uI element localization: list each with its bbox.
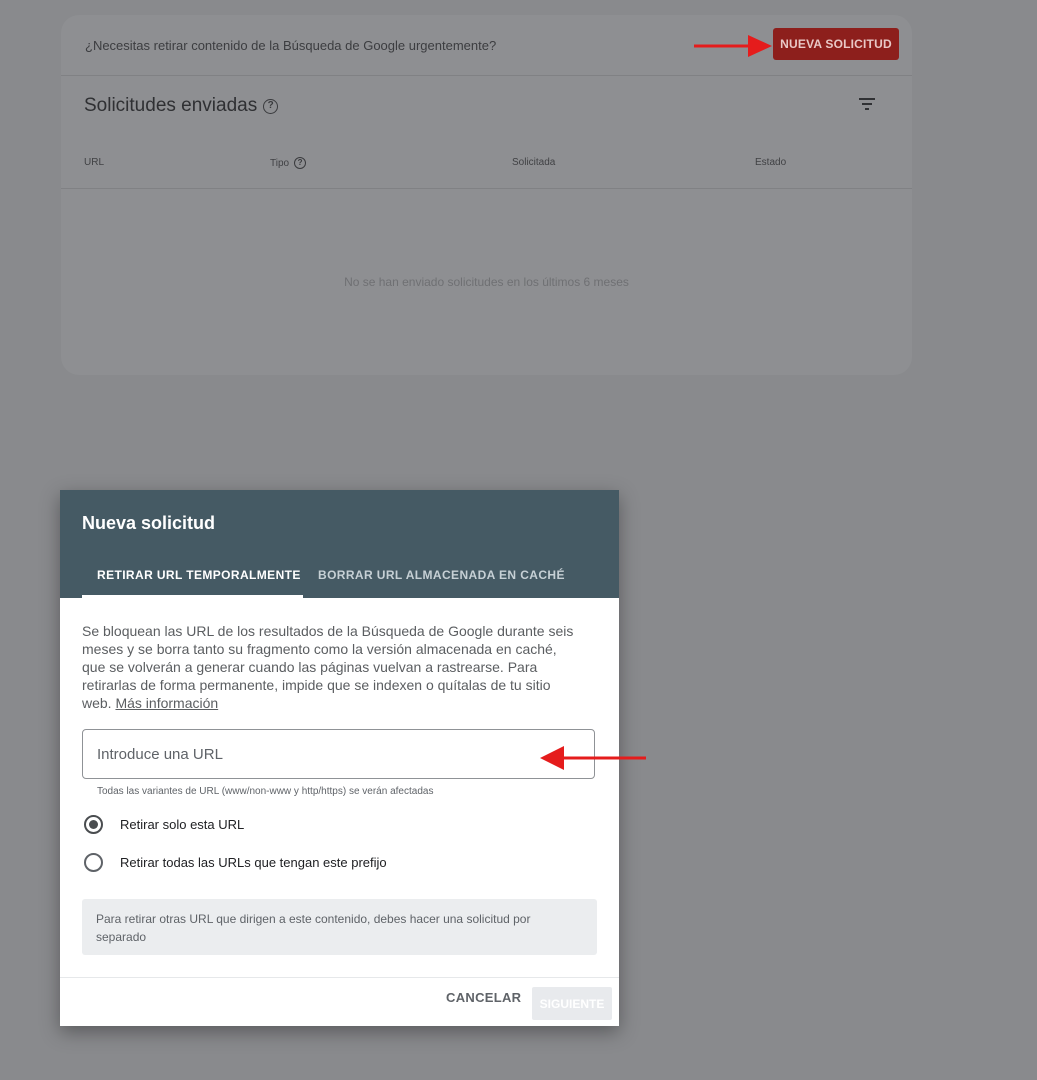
next-button[interactable]: SIGUIENTE: [532, 987, 612, 1020]
radio-unchecked-icon[interactable]: [84, 853, 103, 872]
section-title: Solicitudes enviadas ?: [84, 95, 279, 117]
dialog-title: Nueva solicitud: [82, 513, 216, 533]
new-request-button[interactable]: NUEVA SOLICITUD: [773, 28, 899, 60]
column-header-requested[interactable]: Solicitada: [512, 157, 555, 168]
new-request-dialog: Nueva solicitud RETIRAR URL TEMPORALMENT…: [60, 490, 619, 1026]
info-box: Para retirar otras URL que dirigen a est…: [82, 899, 597, 955]
tab-temporary-removal[interactable]: RETIRAR URL TEMPORALMENTE: [97, 568, 301, 582]
urgent-removal-bar: ¿Necesitas retirar contenido de la Búsqu…: [61, 15, 912, 76]
learn-more-link[interactable]: Más información: [115, 695, 218, 711]
url-input[interactable]: [82, 729, 595, 779]
radio-option-prefix[interactable]: Retirar todas las URLs que tengan este p…: [84, 853, 387, 872]
empty-state-message: No se han enviado solicitudes en los últ…: [344, 275, 629, 289]
column-header-url[interactable]: URL: [84, 157, 104, 168]
annotation-arrow-left-icon: [540, 746, 646, 770]
radio-label: Retirar solo esta URL: [120, 817, 245, 832]
column-header-label: Estado: [755, 157, 787, 168]
filter-icon[interactable]: [859, 98, 875, 110]
column-header-label: Tipo: [270, 157, 290, 169]
help-icon[interactable]: ?: [263, 98, 279, 114]
table-header: URL Tipo ? Solicitada Estado: [61, 140, 912, 189]
active-tab-indicator: [82, 595, 303, 598]
url-input-helper-text: Todas las variantes de URL (www/non-www …: [97, 786, 434, 797]
urgent-removal-text: ¿Necesitas retirar contenido de la Búsqu…: [85, 38, 497, 53]
submitted-requests-card: ¿Necesitas retirar contenido de la Búsqu…: [61, 15, 912, 375]
dialog-description: Se bloquean las URL de los resultados de…: [82, 622, 582, 712]
column-header-type[interactable]: Tipo ?: [270, 157, 307, 169]
help-icon[interactable]: ?: [294, 157, 307, 169]
dialog-header: Nueva solicitud RETIRAR URL TEMPORALMENT…: [60, 490, 619, 598]
radio-option-this-url[interactable]: Retirar solo esta URL: [84, 815, 244, 834]
dialog-footer: CANCELAR SIGUIENTE: [60, 977, 619, 1027]
tab-clear-cached-url[interactable]: BORRAR URL ALMACENADA EN CACHÉ: [318, 568, 565, 582]
section-title-text: Solicitudes enviadas: [84, 95, 258, 116]
column-header-label: Solicitada: [512, 157, 556, 168]
radio-label: Retirar todas las URLs que tengan este p…: [120, 855, 387, 870]
column-header-label: URL: [84, 157, 105, 168]
annotation-arrow-right-icon: [694, 35, 772, 57]
radio-checked-icon[interactable]: [84, 815, 103, 834]
cancel-button[interactable]: CANCELAR: [446, 990, 521, 1005]
column-header-status[interactable]: Estado: [755, 157, 786, 168]
